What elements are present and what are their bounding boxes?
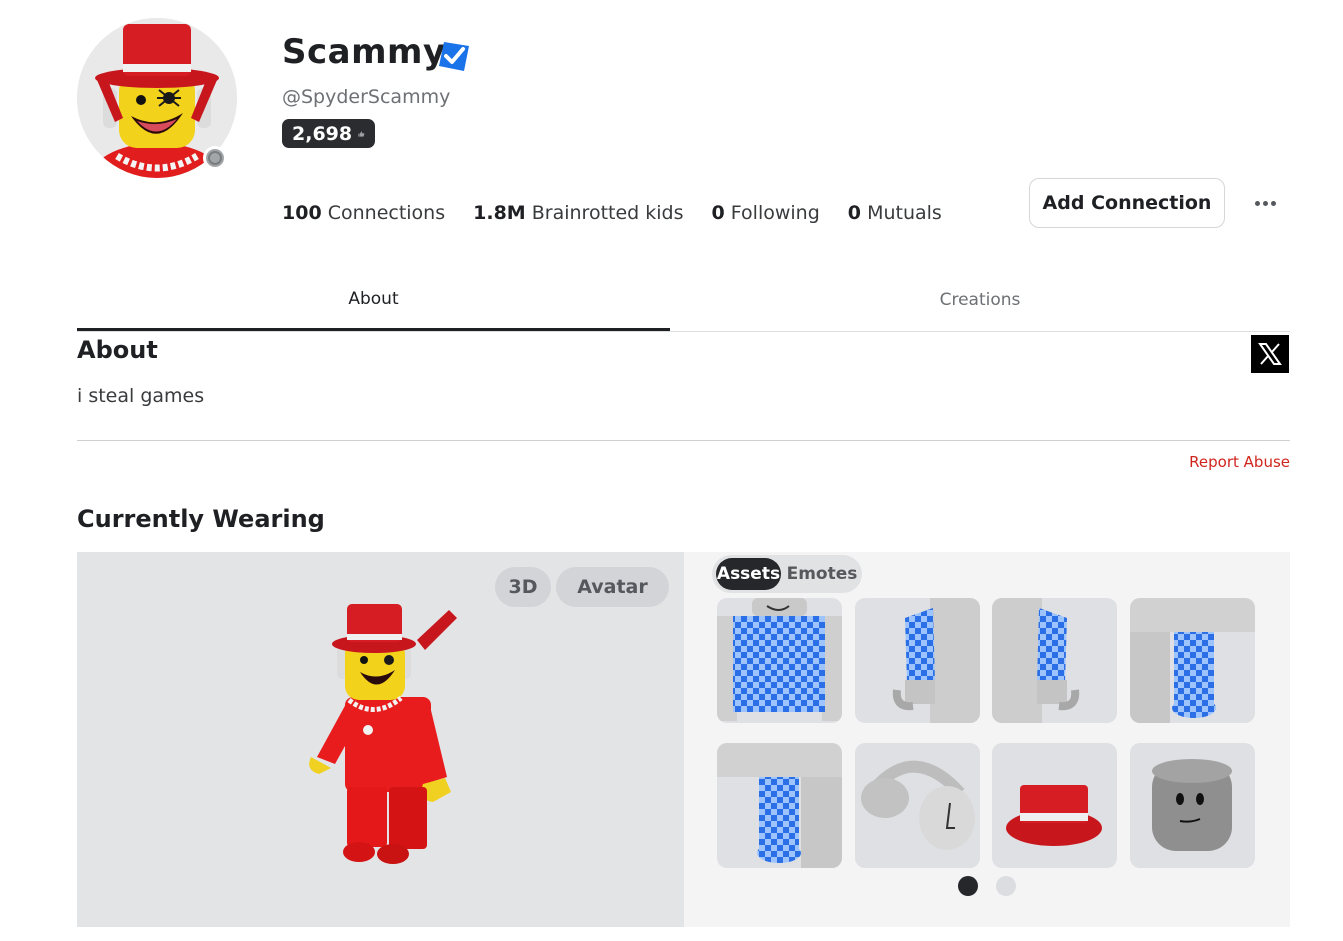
hat-icon (1006, 785, 1102, 846)
about-heading: About (77, 336, 158, 364)
asset-tile-hat[interactable] (992, 743, 1117, 868)
arm-icon (992, 598, 1080, 723)
tab-about[interactable]: About (77, 270, 670, 331)
avatar-viewer[interactable] (77, 552, 684, 927)
leg-icon (1130, 598, 1255, 723)
about-description: i steal games (77, 385, 205, 407)
profile-tabs: About Creations (77, 270, 1290, 332)
segment-assets[interactable]: Assets (716, 558, 781, 590)
stat-followers[interactable]: 1.8M Brainrotted kids (473, 202, 683, 224)
asset-tile-shirt[interactable] (717, 598, 842, 723)
stat-connections[interactable]: 100 Connections (282, 202, 445, 224)
ellipsis-icon[interactable] (1250, 190, 1280, 216)
verified-badge-icon (436, 38, 472, 74)
pagination-dot-2[interactable] (996, 876, 1016, 896)
currently-wearing-heading: Currently Wearing (77, 505, 325, 533)
arm-icon (892, 598, 980, 723)
likes-count: 2,698 (292, 122, 353, 145)
head-icon (1152, 759, 1232, 851)
username: @SpyderScammy (282, 86, 451, 108)
asset-tile-head[interactable] (1130, 743, 1255, 868)
segment-emotes[interactable]: Emotes (786, 558, 858, 590)
thumbs-up-icon (358, 130, 365, 137)
leg-icon (717, 743, 842, 868)
add-connection-button[interactable]: Add Connection (1029, 178, 1225, 228)
section-divider (77, 440, 1290, 441)
asset-tile-right-arm[interactable] (855, 598, 980, 723)
avatar-full-body-image (309, 604, 457, 864)
asset-tile-headphones[interactable] (855, 743, 980, 868)
x-logo-icon[interactable] (1251, 335, 1289, 373)
pagination-dot-1[interactable] (958, 876, 978, 896)
display-name: Scammy (282, 32, 446, 72)
stat-following[interactable]: 0 Following (712, 202, 820, 224)
presence-indicator (203, 146, 227, 170)
asset-tile-left-arm[interactable] (992, 598, 1117, 723)
tab-creations[interactable]: Creations (670, 270, 1290, 330)
stat-mutuals[interactable]: 0 Mutuals (848, 202, 942, 224)
asset-tile-right-leg[interactable] (1130, 598, 1255, 723)
view-avatar-button[interactable]: Avatar (556, 567, 669, 607)
view-3d-button[interactable]: 3D (495, 567, 551, 607)
likes-badge: 2,698 (282, 119, 375, 148)
shirt-icon (717, 598, 842, 721)
profile-stats: 100 Connections 1.8M Brainrotted kids 0 … (282, 202, 942, 224)
report-abuse-link[interactable]: Report Abuse (1170, 453, 1290, 471)
asset-tile-left-leg[interactable] (717, 743, 842, 868)
headphones-icon (861, 760, 975, 850)
